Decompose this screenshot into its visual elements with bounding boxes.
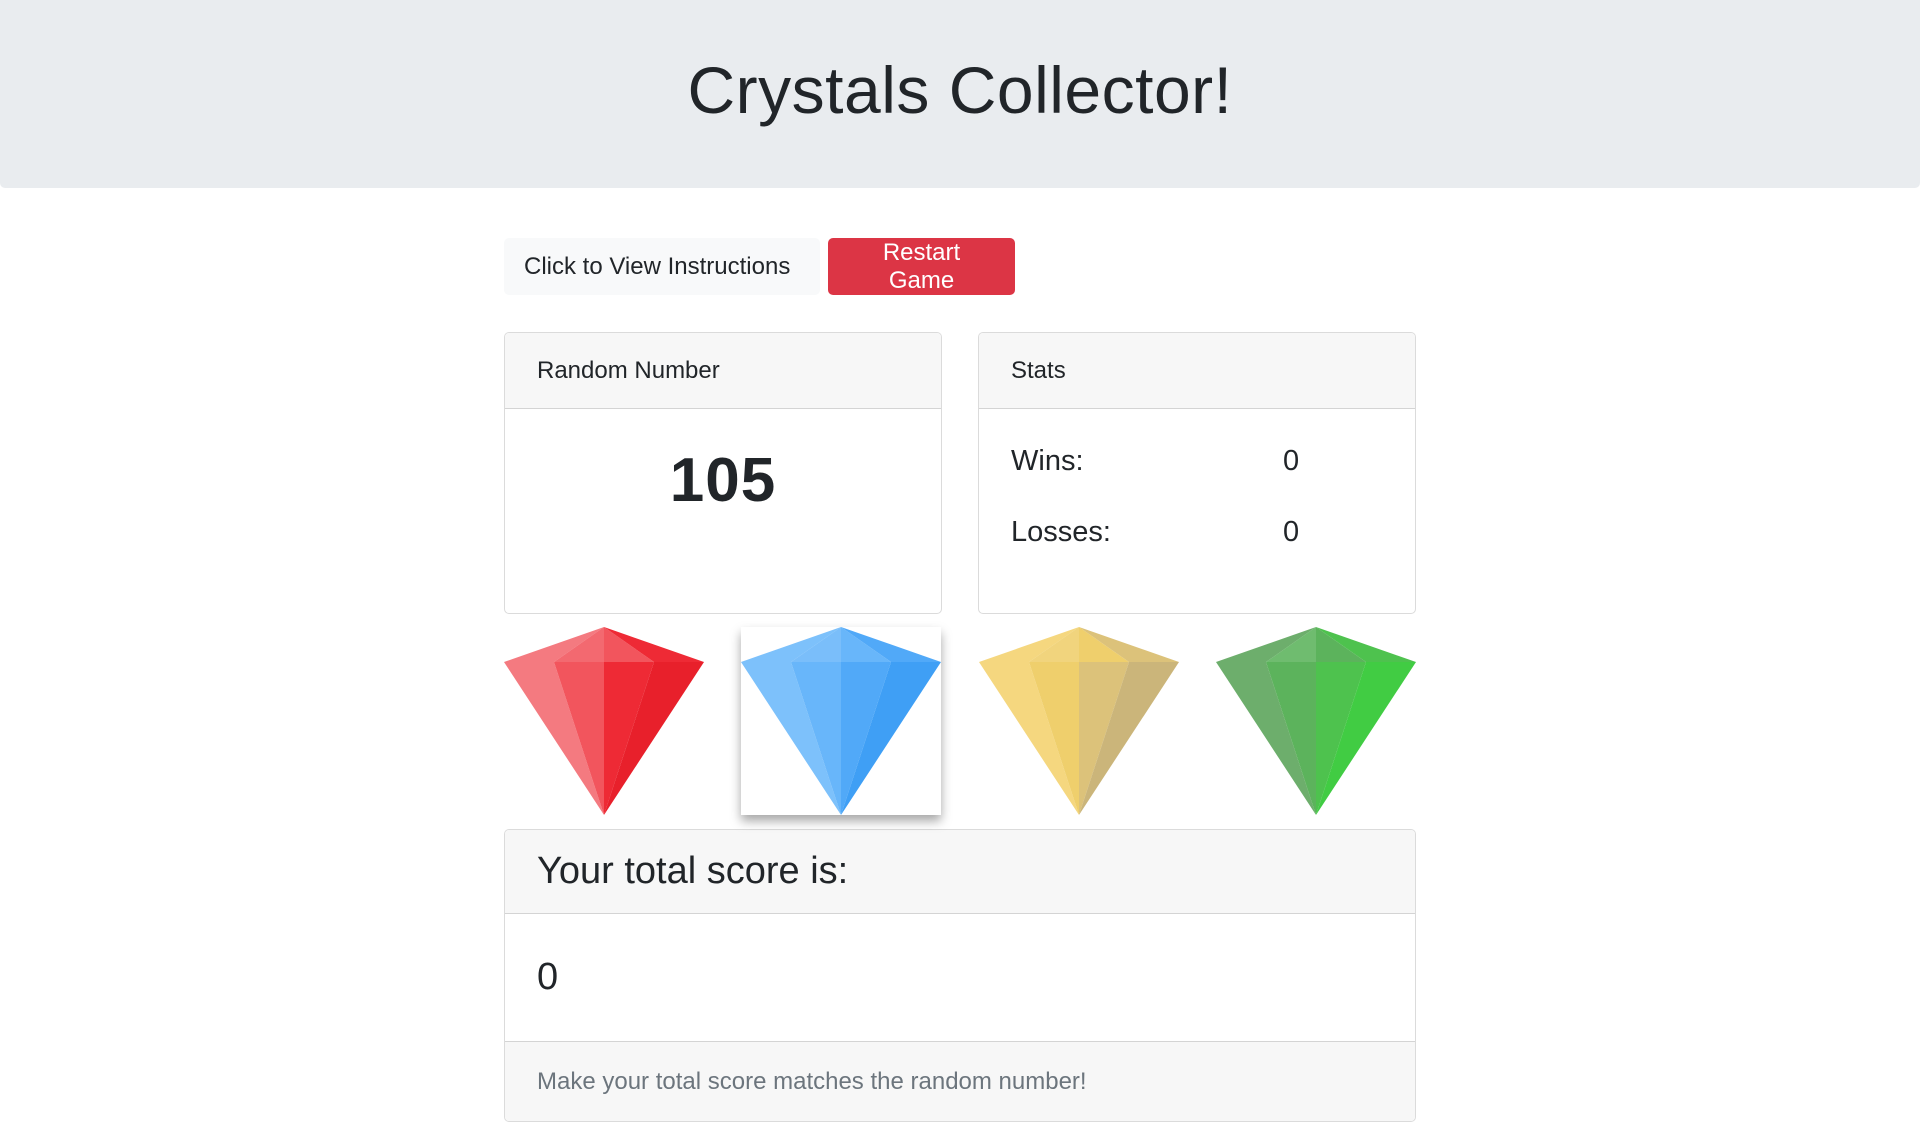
stats-card: Stats Wins: 0 Losses: 0: [978, 332, 1416, 614]
losses-row: Losses: 0: [1011, 516, 1383, 587]
game-container: Click to View Instructions Restart Game …: [504, 238, 1416, 1122]
score-footer: Make your total score matches the random…: [505, 1041, 1415, 1121]
blue-crystal-button[interactable]: [741, 627, 942, 815]
score-card: Your total score is: 0 Make your total s…: [504, 829, 1416, 1122]
page-title: Crystals Collector!: [687, 53, 1233, 127]
score-value: 0: [537, 956, 559, 998]
green-crystal-icon: [1215, 627, 1416, 815]
crystals-row: [504, 627, 1416, 815]
losses-value: 0: [1283, 516, 1300, 548]
cards-row: Random Number 105 Stats Wins: 0 Losses: …: [504, 332, 1416, 614]
losses-label: Losses:: [1011, 516, 1111, 548]
blue-crystal-icon: [741, 627, 942, 815]
red-crystal-button[interactable]: [504, 627, 704, 815]
stats-body: Wins: 0 Losses: 0: [979, 409, 1415, 587]
yellow-crystal-icon: [978, 627, 1179, 815]
score-header: Your total score is:: [505, 830, 1415, 914]
red-crystal-icon: [504, 627, 704, 815]
yellow-crystal-button[interactable]: [978, 627, 1179, 815]
random-number-value: 105: [669, 446, 777, 515]
random-number-card: Random Number 105: [504, 332, 942, 614]
restart-game-button[interactable]: Restart Game: [828, 238, 1015, 295]
view-instructions-button[interactable]: Click to View Instructions: [504, 238, 820, 295]
random-number-header: Random Number: [505, 333, 941, 409]
random-number-body: 105: [505, 409, 941, 516]
wins-label: Wins:: [1011, 445, 1084, 477]
wins-value: 0: [1283, 445, 1300, 477]
green-crystal-button[interactable]: [1215, 627, 1416, 815]
header-banner: Crystals Collector!: [0, 0, 1920, 188]
wins-row: Wins: 0: [1011, 445, 1383, 516]
button-row: Click to View Instructions Restart Game: [504, 238, 1416, 295]
stats-header: Stats: [979, 333, 1415, 409]
